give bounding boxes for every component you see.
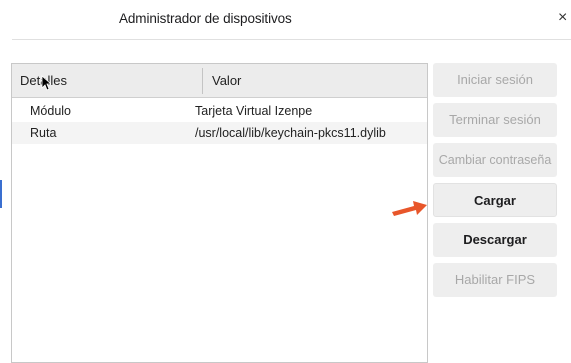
cell-value: /usr/local/lib/keychain-pkcs11.dylib	[195, 126, 386, 140]
left-edge-mark	[0, 180, 2, 208]
login-button[interactable]: Iniciar sesión	[433, 63, 557, 97]
column-divider[interactable]	[202, 68, 203, 94]
column-header-value[interactable]: Valor	[212, 73, 241, 88]
logout-button[interactable]: Terminar sesión	[433, 103, 557, 137]
change-password-button[interactable]: Cambiar contraseña	[433, 143, 557, 177]
unload-button[interactable]: Descargar	[433, 223, 557, 257]
table-row[interactable]: Módulo Tarjeta Virtual Izenpe	[12, 100, 427, 122]
close-icon[interactable]: ×	[558, 9, 567, 27]
enable-fips-button[interactable]: Habilitar FIPS	[433, 263, 557, 297]
table-header: Detalles Valor	[12, 64, 427, 98]
column-header-details[interactable]: Detalles	[20, 73, 67, 88]
window-title: Administrador de dispositivos	[119, 11, 292, 26]
cell-value: Tarjeta Virtual Izenpe	[195, 104, 313, 118]
load-button[interactable]: Cargar	[433, 183, 557, 217]
table-row[interactable]: Ruta /usr/local/lib/keychain-pkcs11.dyli…	[12, 122, 427, 144]
cell-detail: Ruta	[30, 126, 57, 140]
title-divider	[12, 39, 571, 40]
arrow-right-icon	[392, 201, 427, 216]
details-table: Detalles Valor Módulo Tarjeta Virtual Iz…	[11, 63, 428, 363]
title-bar: Administrador de dispositivos ×	[0, 0, 571, 38]
cell-detail: Módulo	[30, 104, 71, 118]
